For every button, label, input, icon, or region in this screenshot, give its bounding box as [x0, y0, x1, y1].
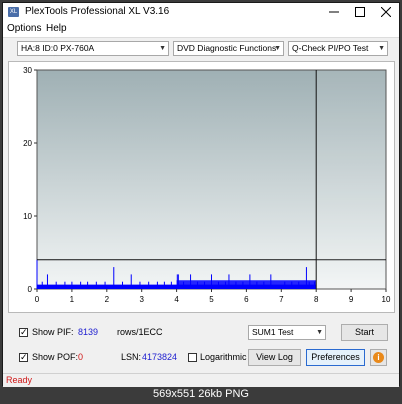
lsn-label: LSN:: [121, 352, 142, 362]
y-tick-label: 0: [28, 285, 33, 294]
checkmark-icon: ✓: [20, 327, 28, 337]
preferences-button[interactable]: Preferences: [306, 349, 365, 366]
lsn-value: 4173824: [142, 352, 178, 362]
info-icon: i: [373, 352, 384, 363]
maximize-icon: [355, 7, 365, 17]
test-select[interactable]: Q-Check PI/PO Test ▼: [288, 41, 388, 56]
drive-select-value: HA:8 ID:0 PX-760A: [21, 43, 95, 53]
status-text: Ready: [6, 375, 33, 385]
chevron-down-icon: ▼: [378, 45, 385, 52]
pof-value: 0: [78, 352, 84, 362]
main-window: XL PlexTools Professional XL V3.16 Optio…: [2, 2, 400, 387]
x-tick-label: 7: [279, 295, 284, 304]
pi-po-chart: 30 20 10 00 1 2 3 4 5 6 7 8 9 10: [23, 66, 391, 304]
show-pof-checkbox[interactable]: ✓: [19, 352, 28, 362]
menu-options[interactable]: Options: [7, 23, 41, 34]
x-tick-label: 2: [105, 295, 110, 304]
controls-panel: ✓ Show PIF: 8139 rows/1ECC SUM1 Test ▼ S…: [3, 313, 399, 373]
x-tick-label: 4: [174, 295, 179, 304]
menu-help[interactable]: Help: [46, 23, 67, 34]
window-title: PlexTools Professional XL V3.16: [25, 6, 170, 17]
menu-bar: Options Help: [3, 21, 399, 38]
minimize-icon: [329, 11, 339, 13]
x-tick-label: 8: [314, 295, 319, 304]
start-button[interactable]: Start: [341, 324, 388, 341]
x-tick-label: 10: [382, 295, 391, 304]
status-bar: Ready: [3, 373, 399, 387]
show-pof-label: Show POF:: [32, 352, 79, 362]
logarithmic-checkbox[interactable]: [188, 353, 197, 362]
show-pif-checkbox[interactable]: ✓: [19, 327, 28, 337]
checkmark-icon: ✓: [20, 352, 28, 362]
image-caption: 569x551 26kb PNG: [152, 388, 249, 400]
x-tick-label: 3: [139, 295, 144, 304]
function-select-value: DVD Diagnostic Functions: [177, 43, 277, 53]
chart-panel: 30 20 10 0 0 1 2 3 4 5 6 7 8 9 10: [8, 61, 395, 313]
close-icon: [380, 6, 392, 18]
rows-label: rows/1ECC: [117, 327, 163, 337]
chevron-down-icon: ▼: [159, 45, 166, 52]
chevron-down-icon: ▼: [274, 45, 281, 52]
y-tick-label: 30: [23, 66, 32, 75]
y-tick-label: 10: [23, 212, 32, 221]
chevron-down-icon: ▼: [316, 329, 323, 336]
show-pif-label: Show PIF:: [32, 327, 74, 337]
drive-select[interactable]: HA:8 ID:0 PX-760A ▼: [17, 41, 169, 56]
x-tick-label: 5: [209, 295, 214, 304]
view-log-button[interactable]: View Log: [248, 349, 301, 366]
pif-value: 8139: [78, 327, 99, 337]
x-tick-label: 1: [70, 295, 75, 304]
sum-test-select-value: SUM1 Test: [252, 327, 294, 337]
x-tick-label: 9: [349, 295, 354, 304]
x-tick-label: 6: [244, 295, 249, 304]
x-tick-label: 0: [35, 295, 40, 304]
minimize-button[interactable]: [321, 3, 347, 21]
unscanned-area: [316, 70, 386, 289]
maximize-button[interactable]: [347, 3, 373, 21]
y-tick-label: 20: [23, 139, 32, 148]
sum-test-select[interactable]: SUM1 Test ▼: [248, 325, 326, 340]
function-select[interactable]: DVD Diagnostic Functions ▼: [173, 41, 284, 56]
app-icon: XL: [8, 7, 19, 17]
close-button[interactable]: [373, 3, 399, 21]
test-select-value: Q-Check PI/PO Test: [292, 43, 369, 53]
title-bar[interactable]: XL PlexTools Professional XL V3.16: [3, 3, 399, 21]
logarithmic-label: Logarithmic: [200, 352, 247, 362]
info-button[interactable]: i: [370, 349, 387, 366]
